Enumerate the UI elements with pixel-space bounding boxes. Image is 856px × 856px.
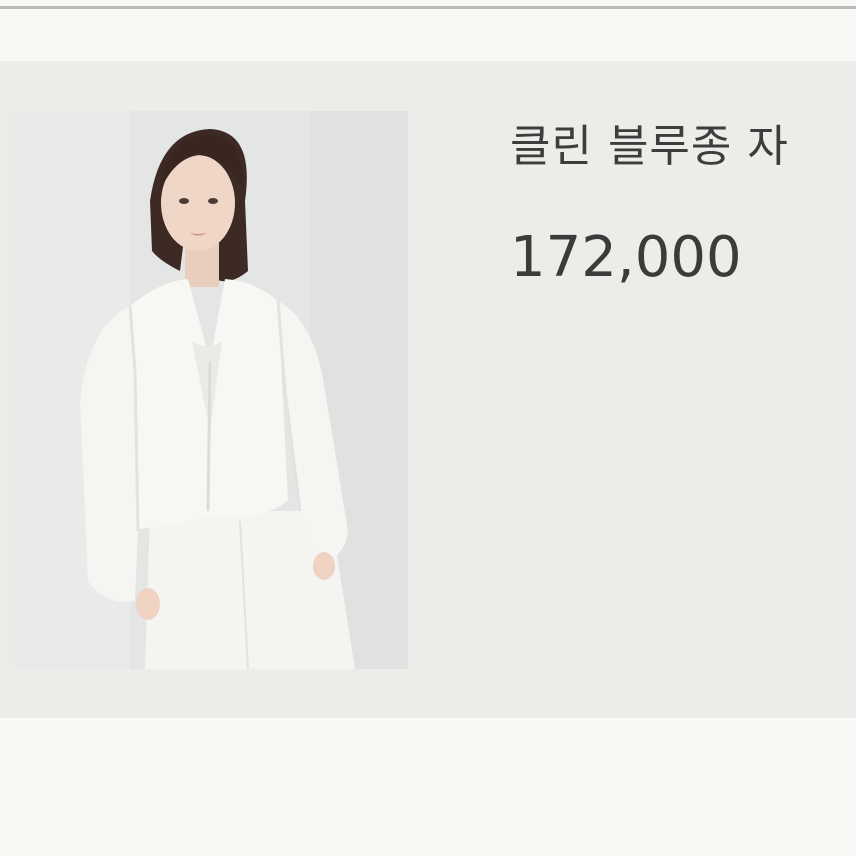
product-price: 172,000 [510, 225, 742, 290]
product-card[interactable]: 클린 블루종 자 172,000 [0, 61, 856, 718]
top-divider [0, 6, 856, 9]
product-image[interactable] [10, 111, 408, 669]
product-title[interactable]: 클린 블루종 자 [510, 123, 856, 171]
product-photo-illustration [10, 111, 408, 669]
